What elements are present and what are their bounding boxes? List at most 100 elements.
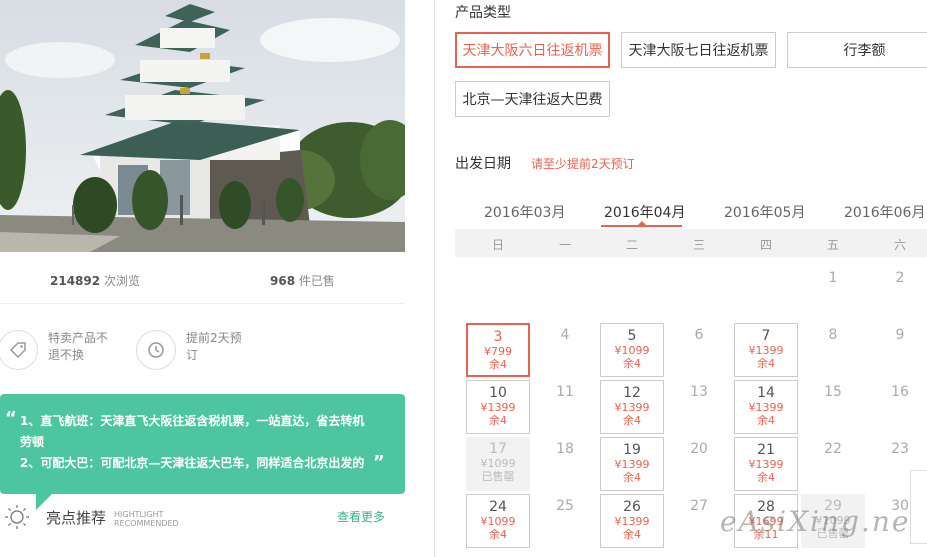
highlight-line-1: 1、直飞航班：天津直飞大阪往返含税机票，一站直达，省去转机劳顿	[20, 414, 365, 449]
stats-divider	[0, 303, 405, 304]
calendar-day: 18	[533, 437, 597, 491]
views-stat: 214892 次浏览	[50, 272, 140, 289]
calendar-day: 13	[667, 380, 731, 434]
product-option-7day[interactable]: 天津大阪七日往返机票	[621, 32, 776, 68]
day-price: ¥1099	[614, 344, 650, 357]
highlight-title: 亮点推荐	[46, 509, 107, 527]
day-price: ¥1399	[748, 344, 784, 357]
day-number: 18	[556, 441, 574, 457]
weekday-label: 日	[491, 238, 504, 252]
calendar-day: 8	[801, 323, 865, 377]
day-price: ¥799	[484, 345, 512, 358]
weekday-label: 三	[692, 238, 705, 252]
highlight-line-2: 2、可配大巴：可配北京—天津往返大巴车，同样适合北京出发的	[20, 456, 365, 470]
calendar-day[interactable]: 3 ¥799 余4	[466, 323, 530, 377]
day-number: 17	[489, 441, 507, 457]
day-price: ¥1399	[480, 401, 516, 414]
day-stock: 余4	[757, 471, 775, 484]
close-quote-icon: ”	[373, 452, 385, 473]
month-tab-2016-05[interactable]: 2016年05月	[724, 202, 805, 222]
sold-label: 件已售	[298, 274, 335, 288]
views-label: 次浏览	[103, 274, 140, 288]
calendar-day: 20	[667, 437, 731, 491]
day-price: ¥1399	[614, 458, 650, 471]
day-price: ¥1399	[614, 401, 650, 414]
day-number: 4	[560, 327, 570, 343]
day-stock: 余4	[489, 358, 507, 371]
day-number: 6	[694, 327, 704, 343]
day-number: 21	[757, 442, 775, 458]
watermark: eAsiXing.net	[720, 505, 924, 538]
side-scroll-panel[interactable]	[910, 470, 927, 544]
tag-icon	[0, 330, 38, 370]
day-number: 24	[489, 499, 507, 515]
day-number: 11	[556, 384, 574, 400]
highlights-box: “ 1、直飞航班：天津直飞大阪往返含税机票，一站直达，省去转机劳顿 2、可配大巴…	[0, 394, 405, 494]
calendar-day: 22	[801, 437, 865, 491]
active-month-pointer	[638, 221, 646, 225]
day-number: 14	[757, 385, 775, 401]
calendar-day[interactable]: 21 ¥1399 余4	[734, 437, 798, 491]
calendar-day: 16	[868, 380, 927, 434]
day-stock: 余4	[757, 357, 775, 370]
feature-no-refund: 特卖产品不退不换	[0, 330, 116, 370]
calendar-day[interactable]: 12 ¥1399 余4	[600, 380, 664, 434]
calendar-day[interactable]: 26 ¥1399 余4	[600, 494, 664, 548]
day-price: ¥1399	[748, 401, 784, 414]
day-stock: 余4	[623, 471, 641, 484]
calendar-day: 25	[533, 494, 597, 548]
day-number: 12	[623, 385, 641, 401]
calendar-day: 17 ¥1099 已售罄	[466, 437, 530, 491]
day-number: 7	[761, 328, 771, 344]
highlight-en-line1: HIGHTLIGHT	[114, 510, 164, 519]
calendar-day[interactable]: 7 ¥1399 余4	[734, 323, 798, 377]
calendar-day[interactable]: 5 ¥1099 余4	[600, 323, 664, 377]
month-tab-2016-03[interactable]: 2016年03月	[484, 202, 565, 222]
osaka-castle-photo	[0, 0, 405, 252]
day-number: 26	[623, 499, 641, 515]
day-number: 9	[895, 327, 905, 343]
clock-icon	[136, 330, 176, 370]
day-number: 20	[690, 441, 708, 457]
see-more-link[interactable]: 查看更多	[337, 508, 385, 525]
product-type-title: 产品类型	[455, 5, 511, 21]
sold-stat: 968 件已售	[270, 272, 335, 289]
day-number: 13	[690, 384, 708, 400]
calendar-day: 4	[533, 323, 597, 377]
product-option-luggage[interactable]: 行李额	[787, 32, 927, 68]
day-number: 19	[623, 442, 641, 458]
weekday-label: 四	[759, 238, 772, 252]
calendar-day[interactable]: 10 ¥1399 余4	[466, 380, 530, 434]
day-number: 25	[556, 498, 574, 514]
day-number: 5	[627, 328, 637, 344]
highlight-en-line2: RECOMMENDED	[114, 519, 179, 528]
day-price: ¥1099	[480, 515, 516, 528]
month-tab-2016-04[interactable]: 2016年04月	[604, 202, 685, 222]
month-tab-2016-06[interactable]: 2016年06月	[844, 202, 925, 222]
calendar-day: 2	[868, 266, 927, 320]
calendar-day[interactable]: 19 ¥1399 余4	[600, 437, 664, 491]
day-number: 1	[828, 270, 838, 286]
highlight-en-title: HIGHTLIGHT RECOMMENDED	[114, 510, 179, 528]
feature-text: 特卖产品不退不换	[48, 331, 109, 362]
feature-text: 提前2天预订	[186, 331, 242, 362]
calendar-day: 11	[533, 380, 597, 434]
day-stock: 余4	[623, 528, 641, 541]
booking-panel: 产品类型 天津大阪六日往返机票 天津大阪七日往返机票 行李额 北京—天津往返大巴…	[435, 0, 927, 557]
product-option-6day[interactable]: 天津大阪六日往返机票	[455, 32, 610, 68]
day-number: 16	[891, 384, 909, 400]
product-option-bus[interactable]: 北京—天津往返大巴费	[455, 81, 610, 117]
day-price: ¥1399	[614, 515, 650, 528]
day-number: 2	[895, 270, 905, 286]
day-stock: 余4	[757, 414, 775, 427]
booking-note: 请至少提前2天预订	[531, 157, 635, 171]
day-price: ¥1099	[480, 457, 516, 470]
highlight-bar: 亮点推荐 HIGHTLIGHT RECOMMENDED 查看更多	[0, 500, 405, 535]
calendar-day[interactable]: 24 ¥1099 余4	[466, 494, 530, 548]
sun-icon	[4, 504, 30, 534]
open-quote-icon: “	[5, 408, 17, 429]
weekday-label: 一	[558, 238, 571, 252]
calendar-day[interactable]: 14 ¥1399 余4	[734, 380, 798, 434]
day-price: ¥1399	[748, 458, 784, 471]
day-number: 22	[824, 441, 842, 457]
